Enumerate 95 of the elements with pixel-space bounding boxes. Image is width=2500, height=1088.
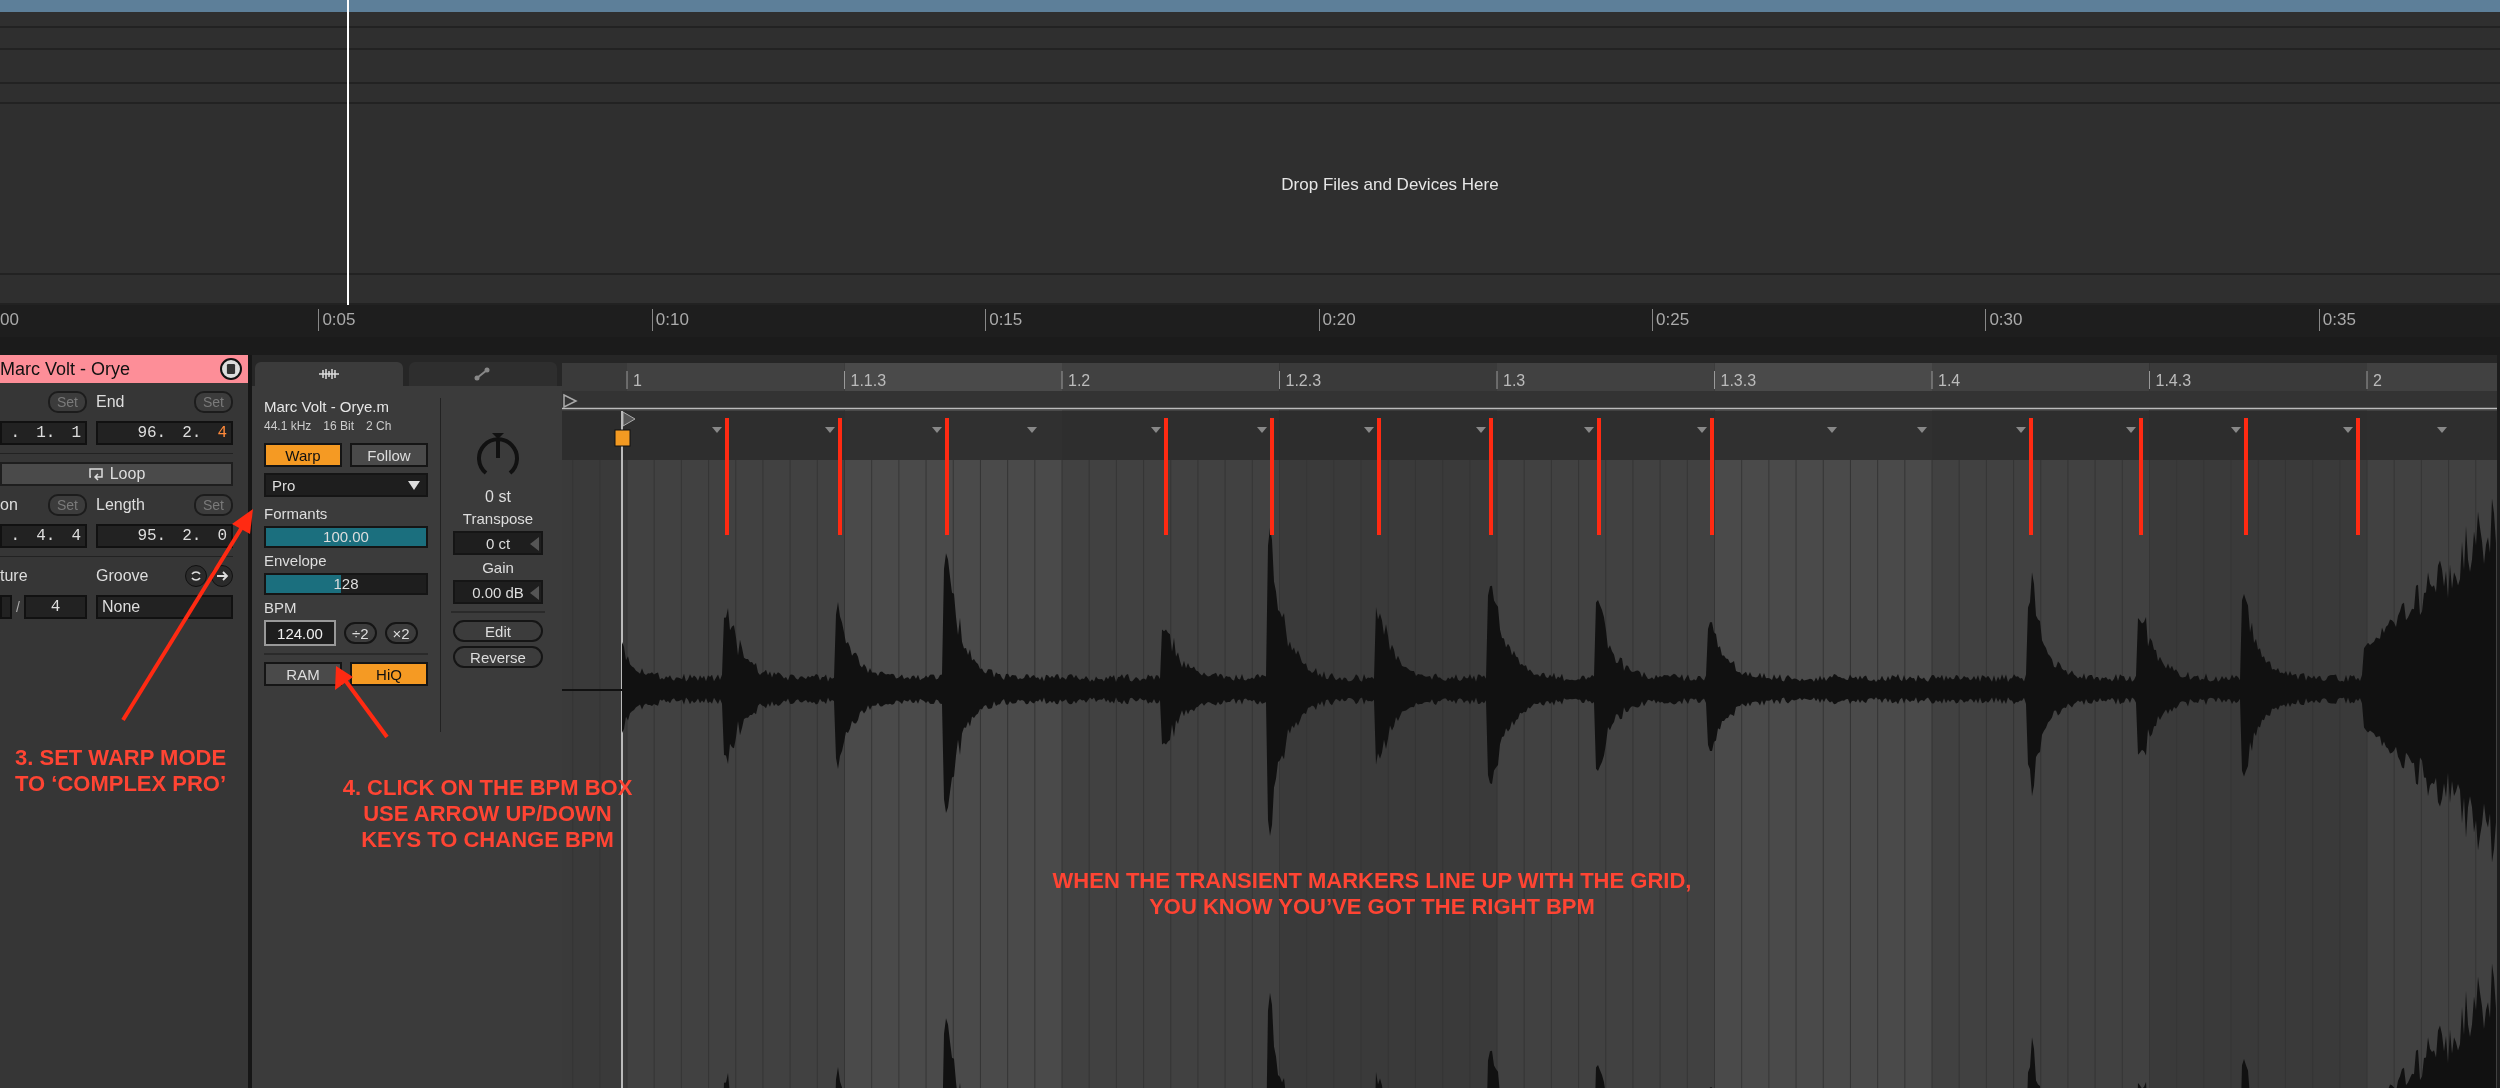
- denominator-field[interactable]: 4: [23, 595, 87, 619]
- time-label: 0:35: [2318, 309, 2356, 331]
- beat-label: 1.3: [1503, 372, 1526, 389]
- drop-hint: Drop Files and Devices Here: [1281, 174, 1499, 195]
- warp-marker-icon[interactable]: [1151, 427, 1161, 433]
- warp-button[interactable]: Warp: [264, 443, 342, 467]
- warp-marker-icon[interactable]: [1697, 427, 1707, 433]
- save-icon[interactable]: [220, 358, 242, 380]
- transpose-label: Transpose: [462, 510, 534, 527]
- warp-marker-icon[interactable]: [2343, 427, 2353, 433]
- sample-info: 16 Bit: [323, 419, 355, 433]
- groove-field[interactable]: None: [96, 595, 233, 619]
- double-button[interactable]: ×2: [384, 622, 418, 644]
- transpose-value: 0 st: [485, 488, 511, 506]
- warp-marker-icon[interactable]: [1364, 427, 1374, 433]
- length-label: Length: [96, 496, 145, 514]
- time-label: 0:20: [1318, 309, 1356, 331]
- warp-marker-icon[interactable]: [1257, 427, 1267, 433]
- beat-label: 1.2.3: [1285, 372, 1322, 389]
- sample-tab[interactable]: [255, 362, 403, 386]
- beat-label: 1.3.3: [1720, 372, 1757, 389]
- position-field[interactable]: 95. 2. 0: [96, 524, 233, 548]
- warp-mode-dropdown[interactable]: Pro: [264, 473, 428, 497]
- ruler-tick: [844, 370, 845, 390]
- position-field[interactable]: 96. 2. 4: [96, 421, 233, 445]
- gain-field[interactable]: 0.00 dB: [453, 580, 543, 604]
- annotation-text: 3. SET WARP MODE TO ‘COMPLEX PRO’: [15, 745, 227, 797]
- file-name: Marc Volt - Orye.m: [264, 398, 391, 415]
- ruler-tick: [1931, 370, 1933, 390]
- warp-marker-icon[interactable]: [2126, 427, 2136, 433]
- position-label: on: [0, 496, 18, 514]
- warp-marker-icon[interactable]: [712, 427, 722, 433]
- warp-marker-icon[interactable]: [2437, 427, 2447, 433]
- ruler-tick: [1496, 370, 1498, 390]
- hiq-button[interactable]: HiQ: [350, 662, 428, 686]
- beat-label: 1: [633, 372, 642, 389]
- start-marker-icon[interactable]: [622, 411, 636, 427]
- warp-marker-icon[interactable]: [1027, 427, 1037, 433]
- start-marker[interactable]: [614, 429, 631, 447]
- sample-info: 2 Ch: [366, 419, 392, 433]
- gain-label: Gain: [482, 559, 514, 576]
- warp-marker-icon[interactable]: [1917, 427, 1927, 433]
- warp-marker-icon[interactable]: [1584, 427, 1594, 433]
- ruler-tick: [2366, 370, 2368, 390]
- position-field[interactable]: . 4. 4: [0, 524, 87, 548]
- ruler-tick: [1061, 370, 1063, 390]
- ram-button[interactable]: RAM: [264, 662, 342, 686]
- warp-marker-icon[interactable]: [1476, 427, 1486, 433]
- loop-bar[interactable]: [562, 391, 2497, 410]
- follow-button[interactable]: Follow: [350, 443, 428, 467]
- refresh-icon[interactable]: [185, 565, 207, 587]
- reverse-button[interactable]: Reverse: [453, 646, 543, 668]
- time-label: 00: [0, 309, 19, 331]
- ruler-tick: [1279, 370, 1280, 390]
- waveform-baseline: [562, 689, 623, 691]
- time-label: 0:30: [1985, 309, 2023, 331]
- time-label: 0:15: [985, 309, 1023, 331]
- position-field[interactable]: . 1. 1: [0, 421, 87, 445]
- warp-marker-icon[interactable]: [2016, 427, 2026, 433]
- envelope-label: Envelope: [264, 552, 328, 569]
- slash-text: /: [16, 599, 20, 615]
- beat-label: 1.4.3: [2155, 372, 2192, 389]
- sample-info: 44.1 kHz: [264, 419, 312, 433]
- groove-label: Groove: [96, 567, 149, 585]
- numerator-field[interactable]: [0, 595, 12, 619]
- clip-title: Marc Volt - Orye: [0, 358, 131, 380]
- end-label: End: [96, 393, 125, 411]
- bpm-label: BPM: [264, 599, 298, 616]
- time-label: 0:10: [651, 309, 689, 331]
- warp-marker-icon[interactable]: [2231, 427, 2241, 433]
- ruler-tick: [626, 370, 628, 390]
- beat-label: 1.4: [1938, 372, 1961, 389]
- formants-slider[interactable]: 100.00: [264, 526, 428, 548]
- loop-start-icon[interactable]: [563, 393, 578, 409]
- halve-button[interactable]: ÷2: [344, 622, 377, 644]
- formants-label: Formants: [264, 505, 329, 522]
- warp-marker-icon[interactable]: [1827, 427, 1837, 433]
- beat-label: 1.1.3: [850, 372, 887, 389]
- warp-marker-icon[interactable]: [932, 427, 942, 433]
- sample-icon: [317, 367, 341, 381]
- loop-button[interactable]: Loop: [0, 462, 233, 486]
- bpm-field[interactable]: 124.00: [264, 620, 336, 646]
- signature-label: ture: [0, 567, 28, 585]
- time-label: 0:05: [318, 309, 356, 331]
- warp-marker-icon[interactable]: [825, 427, 835, 433]
- beat-label: 2: [2373, 372, 2382, 389]
- loop-icon: [87, 467, 104, 481]
- beat-label: 1.2: [1068, 372, 1091, 389]
- ruler-tick: [2149, 370, 2150, 390]
- detune-field[interactable]: 0 ct: [453, 531, 543, 555]
- envelope-slider[interactable]: 128: [264, 573, 428, 595]
- time-label: 0:25: [1652, 309, 1690, 331]
- annotation-text: WHEN THE TRANSIENT MARKERS LINE UP WITH THE GRID, YOU KNOW YOU’VE GOT THE RIGHT BPM: [1051, 868, 1693, 920]
- ruler-tick: [1714, 370, 1715, 390]
- edit-button[interactable]: Edit: [453, 620, 543, 642]
